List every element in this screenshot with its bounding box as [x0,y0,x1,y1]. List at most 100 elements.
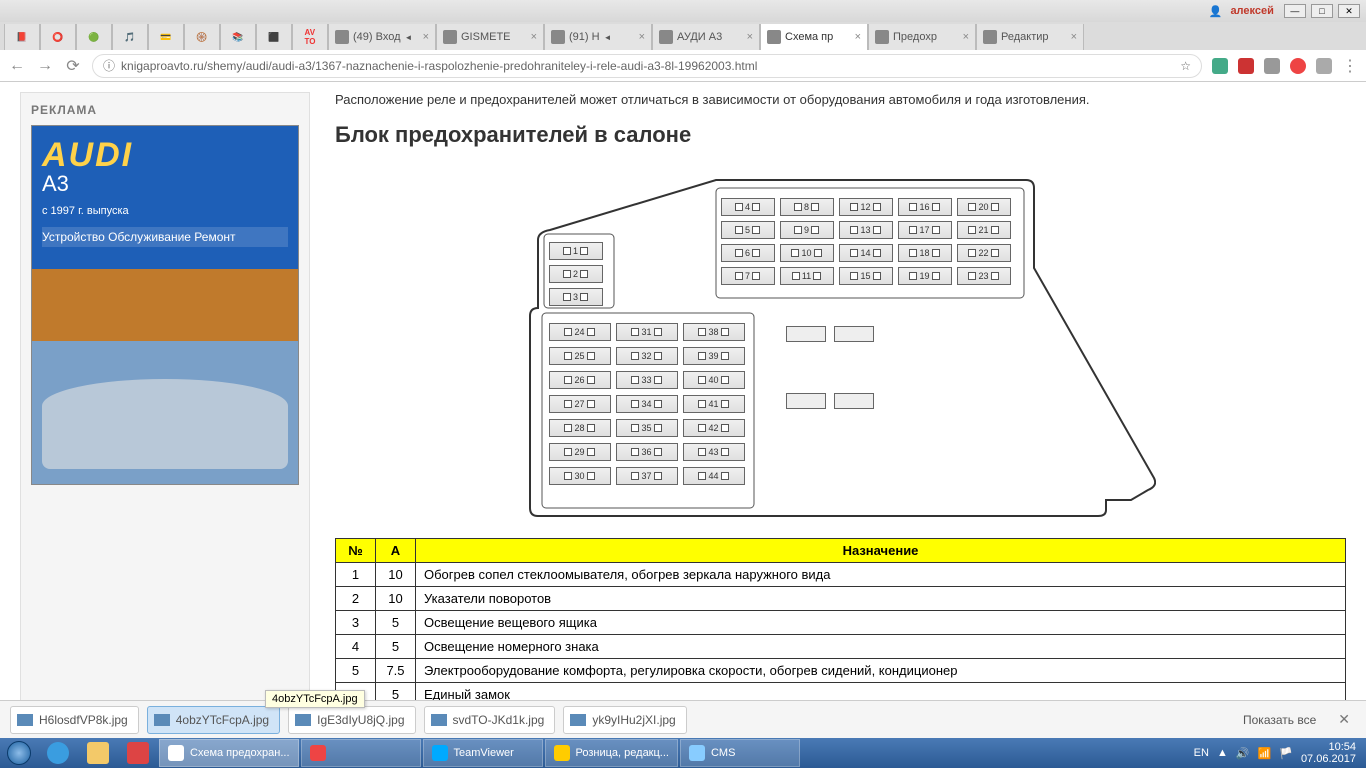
fuse-28: 28 [549,419,611,437]
fuse-34: 34 [616,395,678,413]
table-row: 35Освещение вещевого ящика [336,611,1346,635]
main-content: Расположение реле и предохранителей може… [310,92,1346,702]
table-header: Назначение [416,539,1346,563]
download-tooltip: 4obzYTcFcpA.jpg [265,690,365,708]
fuse-6: 6 [721,244,775,262]
close-shelf-button[interactable]: ✕ [1332,711,1356,728]
close-button[interactable]: ✕ [1338,4,1360,18]
download-item[interactable]: yk9yIHu2jXI.jpg [563,706,686,734]
reload-button[interactable]: ⟳ [64,57,82,75]
download-item[interactable]: IgE3dIyU8jQ.jpg [288,706,415,734]
fuse-36: 36 [616,443,678,461]
taskbar-app[interactable]: Схема предохран... [159,739,299,767]
ext-icon[interactable] [1264,58,1280,74]
pinned-tab[interactable]: 📚 [220,24,256,50]
fuse-13: 13 [839,221,893,239]
fuse-5: 5 [721,221,775,239]
fuse-26: 26 [549,371,611,389]
browser-tab[interactable]: Схема пр× [760,24,868,50]
pinned-tab[interactable]: ⭕ [40,24,76,50]
fuse-38: 38 [683,323,745,341]
fuse-19: 19 [898,267,952,285]
menu-button[interactable]: ⋮ [1342,58,1358,74]
tray-network-icon[interactable]: 📶 [1258,747,1272,760]
show-all-downloads[interactable]: Показать все [1235,709,1324,731]
taskbar-app[interactable] [301,739,421,767]
chrome-user: алексей [1230,5,1273,17]
tray-clock[interactable]: 10:54 07.06.2017 [1301,741,1356,765]
fuse-23: 23 [957,267,1011,285]
fuse-9: 9 [780,221,834,239]
tray-icon[interactable]: ▲ [1217,747,1228,759]
fuse-40: 40 [683,371,745,389]
pinned-tab[interactable]: 🎵 [112,24,148,50]
download-shelf: H6losdfVP8k.jpg 4obzYTcFcpA.jpg IgE3dIyU8j… [0,700,1366,738]
taskbar-app[interactable]: TeamViewer [423,739,543,767]
browser-tab[interactable]: GISMETE× [436,24,544,50]
fuse-24: 24 [549,323,611,341]
fuse-44: 44 [683,467,745,485]
tray-lang[interactable]: EN [1194,747,1209,759]
window-title-bar: 👤 алексей — □ ✕ [0,0,1366,22]
taskbar-app[interactable]: Розница, редакц... [545,739,678,767]
forward-button[interactable]: → [36,57,54,75]
browser-tab[interactable]: Предохр× [868,24,976,50]
fuse-16: 16 [898,198,952,216]
pinned-tab[interactable]: 📕 [4,24,40,50]
ext-icon[interactable] [1316,58,1332,74]
pinned-tab[interactable]: 💳 [148,24,184,50]
car-image [42,379,288,469]
fuse-39: 39 [683,347,745,365]
fuse-21: 21 [957,221,1011,239]
url-text: knigaproavto.ru/shemy/audi/audi-a3/1367-… [121,59,757,73]
pinned-tab[interactable]: AVTO [292,24,328,50]
taskbar-ie[interactable] [38,738,78,768]
taskbar-explorer[interactable] [78,738,118,768]
table-row: 110Обогрев сопел стеклоомывателя, обогре… [336,563,1346,587]
table-header: № [336,539,376,563]
extensions: ⋮ [1212,58,1358,74]
fuse-14: 14 [839,244,893,262]
browser-tab[interactable]: АУДИ А3× [652,24,760,50]
tab-strip: 📕 ⭕ 🟢 🎵 💳 🛞 📚 ⬛ AVTO (49) Вход◄×GISMETE×… [0,22,1366,50]
fuse-table: №АНазначение 110Обогрев сопел стеклоомыв… [335,538,1346,702]
image-icon [570,714,586,726]
section-heading: Блок предохранителей в салоне [335,122,1346,148]
start-button[interactable] [0,738,38,768]
ad-book-cover[interactable]: AUDI A3 с 1997 г. выпуска Устройство Обс… [31,125,299,485]
download-item[interactable]: H6losdfVP8k.jpg [10,706,139,734]
ext-icon[interactable] [1290,58,1306,74]
tray-sound-icon[interactable]: 🔊 [1236,747,1250,760]
tray-flag-icon[interactable]: 🏳️ [1279,747,1293,760]
taskbar-app[interactable]: CMS [680,739,800,767]
image-icon [431,714,447,726]
ext-icon[interactable] [1238,58,1254,74]
back-button[interactable]: ← [8,57,26,75]
fuse-1: 1 [549,242,603,260]
fuse-3: 3 [549,288,603,306]
image-icon [154,714,170,726]
browser-tab[interactable]: Редактир× [976,24,1084,50]
download-item[interactable]: 4obzYTcFcpA.jpg [147,706,280,734]
chrome-account-icon[interactable]: 👤 [1209,5,1223,18]
pinned-tab[interactable]: ⬛ [256,24,292,50]
fuse-17: 17 [898,221,952,239]
fuse-12: 12 [839,198,893,216]
url-input[interactable]: ⓘ knigaproavto.ru/shemy/audi/audi-a3/136… [92,54,1202,78]
taskbar-app[interactable] [118,738,158,768]
pinned-tab[interactable]: 🟢 [76,24,112,50]
table-row: 57.5Электрооборудование комфорта, регули… [336,659,1346,683]
fuse-15: 15 [839,267,893,285]
address-bar: ← → ⟳ ⓘ knigaproavto.ru/shemy/audi/audi-… [0,50,1366,82]
fuse-2: 2 [549,265,603,283]
maximize-button[interactable]: □ [1311,4,1333,18]
fuse-33: 33 [616,371,678,389]
minimize-button[interactable]: — [1284,4,1306,18]
download-item[interactable]: svdTO-JKd1k.jpg [424,706,556,734]
browser-tab[interactable]: (91) Н◄× [544,24,652,50]
fuse-37: 37 [616,467,678,485]
ext-icon[interactable] [1212,58,1228,74]
fuse-41: 41 [683,395,745,413]
pinned-tab[interactable]: 🛞 [184,24,220,50]
browser-tab[interactable]: (49) Вход◄× [328,24,436,50]
